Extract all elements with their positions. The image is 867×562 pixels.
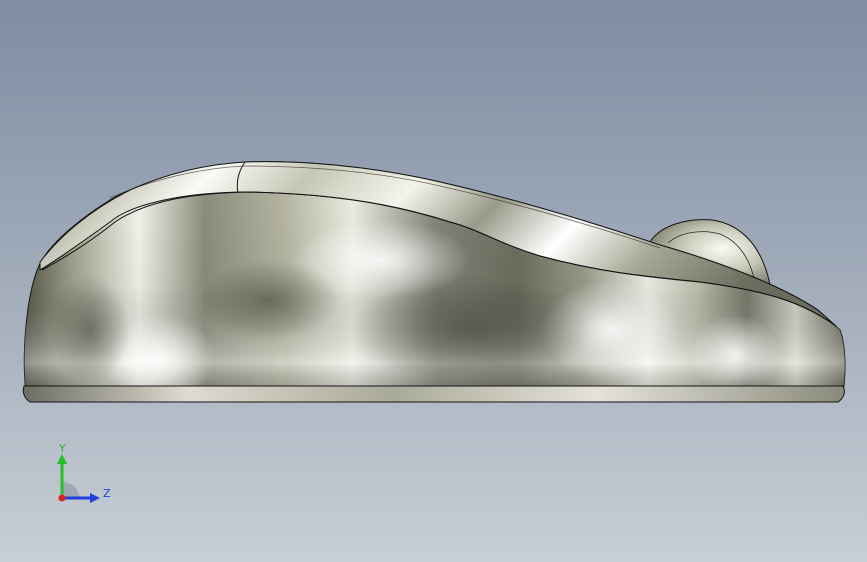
triad-plane (62, 481, 80, 498)
model-scene[interactable] (0, 0, 867, 562)
z-axis-arrowhead (90, 493, 100, 503)
x-axis-dot (58, 494, 66, 502)
y-axis-label: Y (58, 442, 66, 455)
graphics-viewport[interactable]: Y Z (0, 0, 867, 562)
z-axis-label: Z (103, 487, 111, 500)
orientation-triad[interactable]: Y Z (50, 440, 120, 510)
mouse-base[interactable] (22, 385, 845, 403)
y-axis-arrowhead (57, 454, 67, 464)
